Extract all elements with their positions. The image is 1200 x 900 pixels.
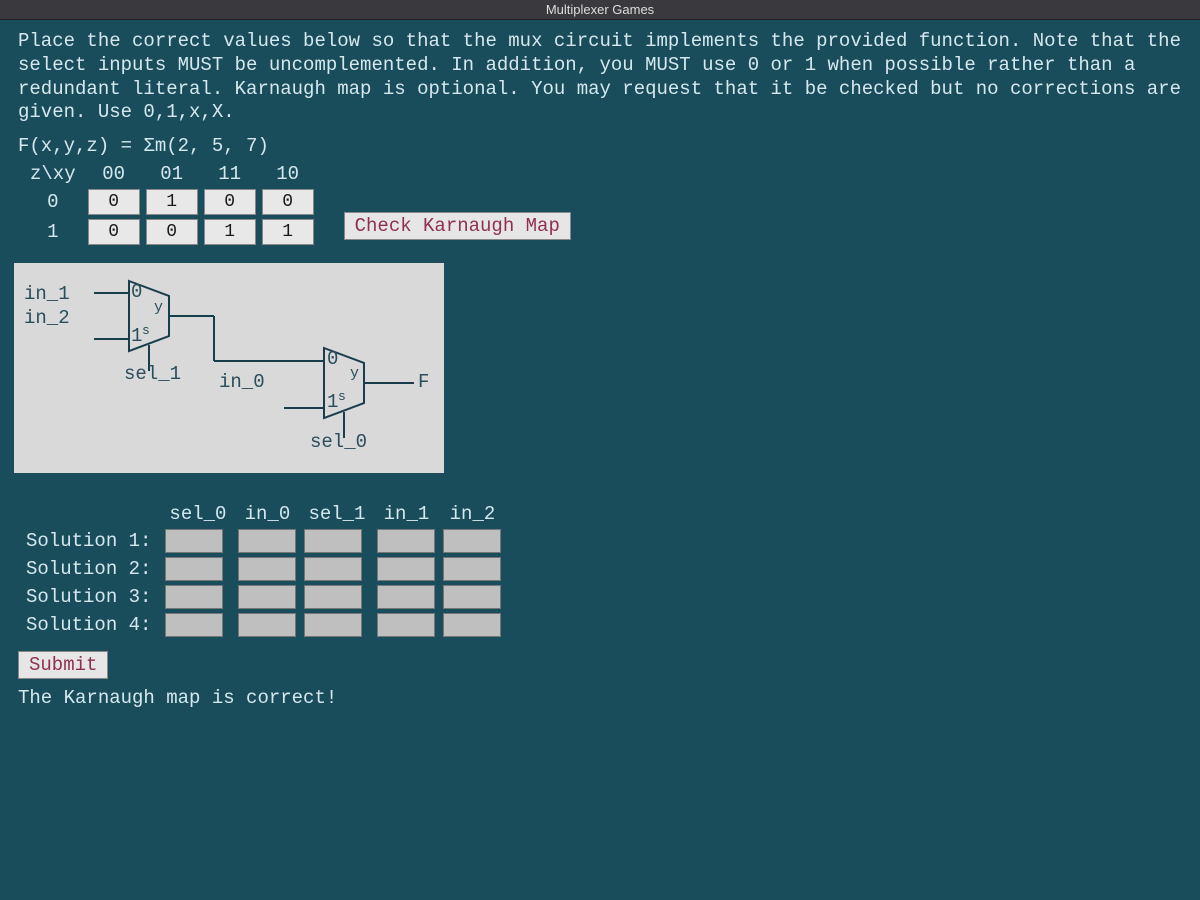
label-in-2: in_2 xyxy=(24,307,70,329)
sol4-in0[interactable] xyxy=(238,613,296,637)
sol3-sel1[interactable] xyxy=(304,585,362,609)
sol-label-4: Solution 4: xyxy=(26,613,157,637)
sol4-sel1[interactable] xyxy=(304,613,362,637)
mux2-s: s xyxy=(338,389,346,404)
sol-hdr-in2: in_2 xyxy=(443,503,501,525)
sol-hdr-sel0: sel_0 xyxy=(165,503,230,525)
sol1-in1[interactable] xyxy=(377,529,435,553)
kmap-cell-0-1[interactable] xyxy=(146,189,198,215)
sol2-in1[interactable] xyxy=(377,557,435,581)
kmap-cell-1-2[interactable] xyxy=(204,219,256,245)
sol-label-3: Solution 3: xyxy=(26,585,157,609)
kmap-cell-1-0[interactable] xyxy=(88,219,140,245)
mux2-0: 0 xyxy=(327,348,338,370)
sol4-in2[interactable] xyxy=(443,613,501,637)
kmap-col-01: 01 xyxy=(146,163,198,185)
check-kmap-button[interactable]: Check Karnaugh Map xyxy=(344,212,571,240)
sol2-sel1[interactable] xyxy=(304,557,362,581)
window-titlebar: Multiplexer Games xyxy=(0,0,1200,20)
mux1-s: s xyxy=(142,323,150,338)
sol3-in2[interactable] xyxy=(443,585,501,609)
sol1-in2[interactable] xyxy=(443,529,501,553)
sol-label-1: Solution 1: xyxy=(26,529,157,553)
circuit-diagram: in_1 in_2 0 1 y s sel_1 in_0 0 1 y s sel… xyxy=(14,263,444,473)
mux2-y: y xyxy=(350,365,359,382)
mux2-1: 1 xyxy=(327,391,338,413)
sol4-sel0[interactable] xyxy=(165,613,223,637)
table-row: Solution 2: xyxy=(26,557,501,581)
sol4-in1[interactable] xyxy=(377,613,435,637)
kmap-col-00: 00 xyxy=(88,163,140,185)
kmap-table: z\xy 00 01 11 10 0 1 xyxy=(18,159,320,249)
sol1-in0[interactable] xyxy=(238,529,296,553)
kmap-cell-1-3[interactable] xyxy=(262,219,314,245)
sol1-sel0[interactable] xyxy=(165,529,223,553)
solutions-area: sel_0 in_0 sel_1 in_1 in_2 Solution 1: S… xyxy=(18,499,1182,641)
sol3-in0[interactable] xyxy=(238,585,296,609)
label-sel-0: sel_0 xyxy=(310,431,367,453)
sol1-sel1[interactable] xyxy=(304,529,362,553)
sol3-sel0[interactable] xyxy=(165,585,223,609)
main-content: Place the correct values below so that t… xyxy=(0,20,1200,719)
kmap-cell-0-3[interactable] xyxy=(262,189,314,215)
label-in-0-mux2: in_0 xyxy=(219,371,265,393)
sol-hdr-sel1: sel_1 xyxy=(304,503,369,525)
function-definition: F(x,y,z) = Σm(2, 5, 7) xyxy=(18,135,1182,157)
kmap-rowvar: z\xy xyxy=(24,163,82,185)
instructions-text: Place the correct values below so that t… xyxy=(18,30,1182,125)
sol2-sel0[interactable] xyxy=(165,557,223,581)
sol3-in1[interactable] xyxy=(377,585,435,609)
kmap-area: z\xy 00 01 11 10 0 1 Check Ka xyxy=(18,159,1182,249)
mux1-y: y xyxy=(154,299,163,316)
sol2-in0[interactable] xyxy=(238,557,296,581)
kmap-col-11: 11 xyxy=(204,163,256,185)
status-message: The Karnaugh map is correct! xyxy=(18,687,1182,709)
solutions-table: sel_0 in_0 sel_1 in_1 in_2 Solution 1: S… xyxy=(18,499,509,641)
kmap-col-10: 10 xyxy=(262,163,314,185)
sol-hdr-in1: in_1 xyxy=(377,503,435,525)
mux1-1: 1 xyxy=(131,325,142,347)
table-row: Solution 3: xyxy=(26,585,501,609)
sol2-in2[interactable] xyxy=(443,557,501,581)
sol-hdr-in0: in_0 xyxy=(238,503,296,525)
table-row: Solution 1: xyxy=(26,529,501,553)
submit-button[interactable]: Submit xyxy=(18,651,108,679)
sol-label-2: Solution 2: xyxy=(26,557,157,581)
kmap-cell-0-0[interactable] xyxy=(88,189,140,215)
table-row: Solution 4: xyxy=(26,613,501,637)
label-output: F xyxy=(418,371,429,393)
window-title: Multiplexer Games xyxy=(546,2,654,17)
label-in-1: in_1 xyxy=(24,283,70,305)
kmap-cell-1-1[interactable] xyxy=(146,219,198,245)
mux1-0: 0 xyxy=(131,281,142,303)
kmap-cell-0-2[interactable] xyxy=(204,189,256,215)
kmap-row-0: 0 xyxy=(24,189,82,215)
kmap-row-1: 1 xyxy=(24,219,82,245)
circuit-svg xyxy=(14,263,444,473)
label-sel-1: sel_1 xyxy=(124,363,181,385)
